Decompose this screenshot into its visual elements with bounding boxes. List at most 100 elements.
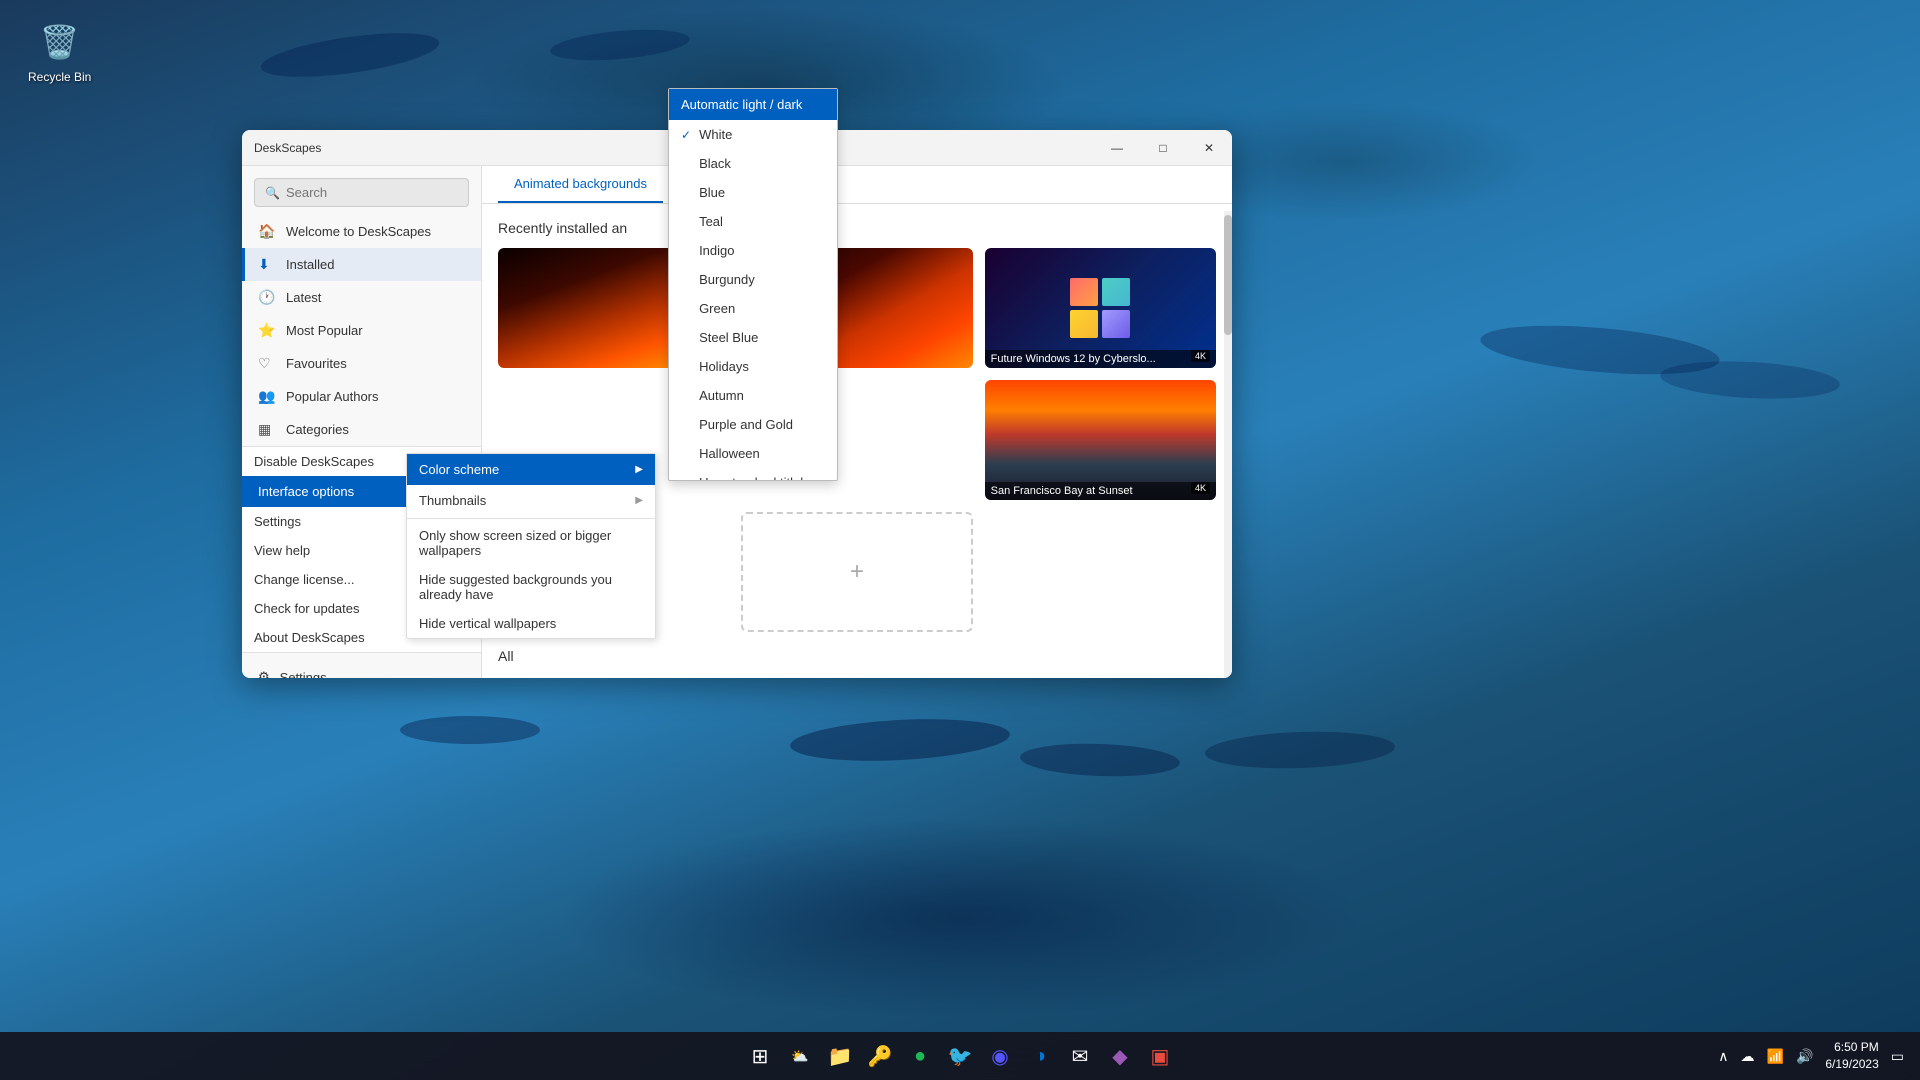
white-label: White	[699, 127, 732, 142]
hide-vertical-item[interactable]: Hide vertical wallpapers	[407, 609, 655, 638]
all-section-title: All	[498, 648, 1216, 664]
black-label: Black	[699, 156, 731, 171]
categories-icon: ▦	[258, 421, 276, 438]
interface-options-label: Interface options	[258, 484, 354, 499]
dropdown-items: ✓ White ✓ Black ✓ Blue ✓ Teal ✓ Indigo ✓…	[669, 120, 837, 480]
taskbar-app1[interactable]: ◉	[982, 1038, 1018, 1074]
window-controls: — □ ✕	[1094, 130, 1232, 166]
dropdown-purple-gold[interactable]: ✓ Purple and Gold	[669, 410, 837, 439]
home-icon: 🏠	[258, 223, 276, 240]
halloween-label: Halloween	[699, 446, 760, 461]
color-scheme-item[interactable]: Color scheme ▶	[407, 454, 655, 485]
search-input[interactable]	[286, 185, 462, 200]
submenu-divider	[407, 518, 655, 519]
nav-favourites[interactable]: ♡ Favourites	[242, 347, 481, 380]
tab-animated-bg[interactable]: Animated backgrounds	[498, 166, 663, 203]
taskbar-spotify[interactable]: ●	[902, 1038, 938, 1074]
latest-icon: 🕐	[258, 289, 276, 306]
add-wallpaper-button[interactable]: +	[741, 512, 972, 632]
close-button[interactable]: ✕	[1186, 130, 1232, 166]
maximize-button[interactable]: □	[1140, 130, 1186, 166]
steel-blue-label: Steel Blue	[699, 330, 758, 345]
taskbar-center-icons: ⊞ ⛅ 📁 🔑 ● 🐦 ◉ ◑ ✉ ◆ ▣	[742, 1038, 1178, 1074]
taskbar-weather[interactable]: ⛅	[782, 1038, 818, 1074]
dropdown-holidays[interactable]: ✓ Holidays	[669, 352, 837, 381]
window-scrollbar[interactable]	[1224, 211, 1232, 678]
thumbnail-future-windows[interactable]: Future Windows 12 by Cyberslo... 4K	[985, 248, 1216, 368]
recycle-bin-graphic: 🗑️	[36, 18, 84, 66]
taskbar-password[interactable]: 🔑	[862, 1038, 898, 1074]
nav-latest[interactable]: 🕐 Latest	[242, 281, 481, 314]
taskbar-mail[interactable]: ✉	[1062, 1038, 1098, 1074]
taskbar-clock[interactable]: 6:50 PM 6/19/2023	[1825, 1039, 1878, 1073]
taskbar-edge[interactable]: ◑	[1022, 1038, 1058, 1074]
nav-installed[interactable]: ⬇ Installed	[242, 248, 481, 281]
start-button[interactable]: ⊞	[742, 1038, 778, 1074]
dropdown-burgundy[interactable]: ✓ Burgundy	[669, 265, 837, 294]
nav-popular-label: Most Popular	[286, 323, 363, 338]
dropdown-green[interactable]: ✓ Green	[669, 294, 837, 323]
hide-suggested-item[interactable]: Hide suggested backgrounds you already h…	[407, 565, 655, 609]
nav-popular[interactable]: ⭐ Most Popular	[242, 314, 481, 347]
show-desktop-btn[interactable]: ▭	[1887, 1046, 1908, 1067]
recycle-bin-icon[interactable]: 🗑️ Recycle Bin	[28, 18, 91, 84]
nav-settings-label: Settings	[280, 670, 327, 679]
tray-volume[interactable]: 🔊	[1792, 1046, 1817, 1067]
thumbnails-item[interactable]: Thumbnails ▶	[407, 485, 655, 516]
color-scheme-dropdown: Automatic light / dark ✓ White ✓ Black ✓…	[668, 88, 838, 481]
settings-gear-icon: ⚙	[258, 669, 270, 678]
installed-icon: ⬇	[258, 256, 276, 273]
search-icon: 🔍	[265, 186, 280, 200]
minimize-button[interactable]: —	[1094, 130, 1140, 166]
clock-time: 6:50 PM	[1825, 1039, 1878, 1056]
standard-titlebar-label: Use standard titlebar	[699, 475, 819, 480]
authors-icon: 👥	[258, 388, 276, 405]
section-title: Recently installed an	[498, 220, 1216, 236]
teal-label: Teal	[699, 214, 723, 229]
tray-cloud[interactable]: ☁	[1737, 1046, 1759, 1067]
interface-options-submenu: Color scheme ▶ Thumbnails ▶ Only show sc…	[406, 453, 656, 639]
tray-network[interactable]: 📶	[1763, 1046, 1788, 1067]
clock-date: 6/19/2023	[1825, 1056, 1878, 1073]
thumbnails-label: Thumbnails	[419, 493, 486, 508]
thumbnail-sf[interactable]: San Francisco Bay at Sunset 4K	[985, 380, 1216, 500]
nav-categories[interactable]: ▦ Categories	[242, 413, 481, 446]
nav-authors-label: Popular Authors	[286, 389, 379, 404]
only-screen-sized-item[interactable]: Only show screen sized or bigger wallpap…	[407, 521, 655, 565]
window-title: DeskScapes	[254, 141, 321, 155]
burgundy-label: Burgundy	[699, 272, 755, 287]
taskbar-app2[interactable]: ◆	[1102, 1038, 1138, 1074]
nav-welcome[interactable]: 🏠 Welcome to DeskScapes	[242, 215, 481, 248]
thumbnails-arrow: ▶	[635, 495, 643, 506]
nav-categories-label: Categories	[286, 422, 349, 437]
dropdown-header[interactable]: Automatic light / dark	[669, 89, 837, 120]
dropdown-black[interactable]: ✓ Black	[669, 149, 837, 178]
nav-settings[interactable]: ⚙ Settings	[242, 661, 481, 678]
nav-items: 🏠 Welcome to DeskScapes ⬇ Installed 🕐 La…	[242, 215, 481, 446]
favourites-icon: ♡	[258, 355, 276, 372]
dropdown-standard-titlebar[interactable]: ✓ Use standard titlebar	[669, 468, 837, 480]
search-container[interactable]: 🔍	[254, 178, 469, 207]
nav-welcome-label: Welcome to DeskScapes	[286, 224, 431, 239]
holidays-label: Holidays	[699, 359, 749, 374]
color-scheme-arrow: ▶	[635, 464, 643, 475]
dropdown-blue[interactable]: ✓ Blue	[669, 178, 837, 207]
dropdown-steel-blue[interactable]: ✓ Steel Blue	[669, 323, 837, 352]
dropdown-autumn[interactable]: ✓ Autumn	[669, 381, 837, 410]
dropdown-white[interactable]: ✓ White	[669, 120, 837, 149]
dropdown-teal[interactable]: ✓ Teal	[669, 207, 837, 236]
taskbar-app3[interactable]: ▣	[1142, 1038, 1178, 1074]
dropdown-halloween[interactable]: ✓ Halloween	[669, 439, 837, 468]
popular-icon: ⭐	[258, 322, 276, 339]
sys-tray-icons: ∧ ☁ 📶 🔊	[1714, 1046, 1817, 1067]
taskbar-file-explorer[interactable]: 📁	[822, 1038, 858, 1074]
dropdown-indigo[interactable]: ✓ Indigo	[669, 236, 837, 265]
scrollbar-thumb[interactable]	[1224, 215, 1232, 335]
tray-chevron[interactable]: ∧	[1714, 1046, 1732, 1067]
color-scheme-label: Color scheme	[419, 462, 499, 477]
purple-gold-label: Purple and Gold	[699, 417, 793, 432]
nav-installed-label: Installed	[286, 257, 334, 272]
tab-bar: Animated backgrounds	[482, 166, 1232, 204]
taskbar-twitter[interactable]: 🐦	[942, 1038, 978, 1074]
nav-authors[interactable]: 👥 Popular Authors	[242, 380, 481, 413]
